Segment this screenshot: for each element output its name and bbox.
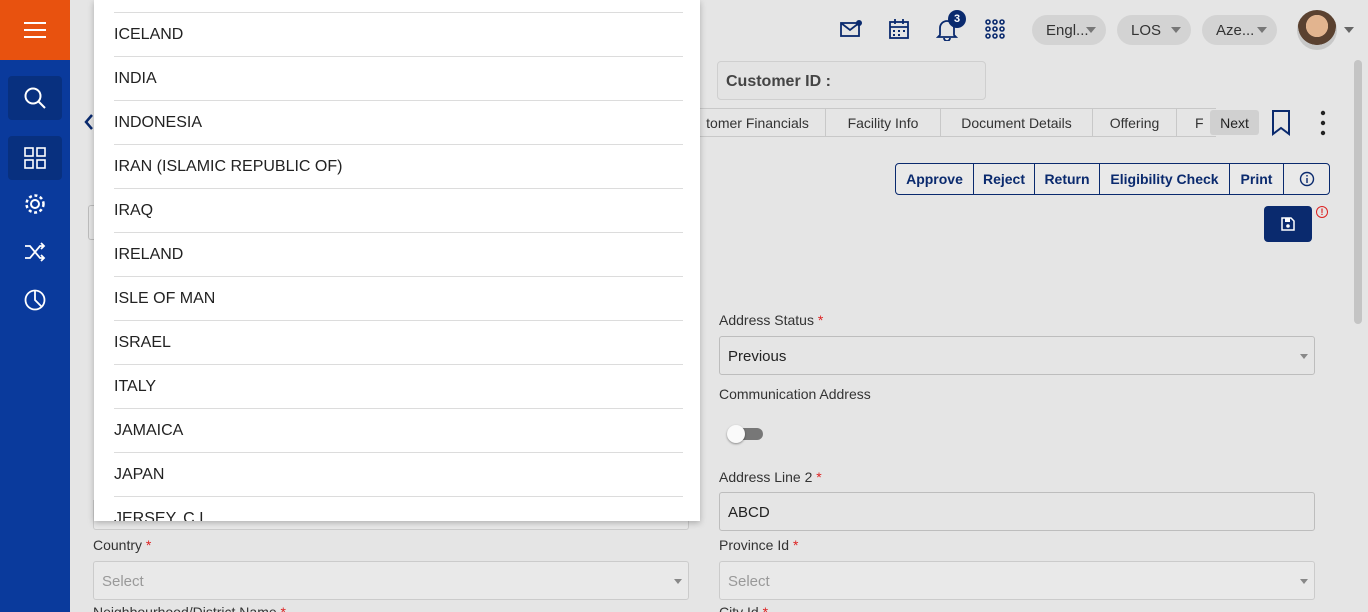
approve-button[interactable]: Approve xyxy=(896,164,974,194)
country-option[interactable]: ICELAND xyxy=(114,13,683,57)
kebab-icon xyxy=(1320,110,1326,136)
communication-address-toggle[interactable] xyxy=(727,425,763,443)
country-option[interactable]: IRELAND xyxy=(114,233,683,277)
country-label: Country * xyxy=(93,537,152,553)
reject-button[interactable]: Reject xyxy=(974,164,1035,194)
sidebar-dashboard-button[interactable] xyxy=(8,136,62,180)
apps-grid-icon xyxy=(985,19,1005,39)
apps-button[interactable] xyxy=(980,14,1010,44)
info-button[interactable] xyxy=(1284,164,1329,194)
tab-facility-info[interactable]: Facility Info xyxy=(825,108,940,137)
pie-chart-icon xyxy=(24,289,46,311)
back-button[interactable] xyxy=(84,113,94,136)
chevron-down-icon xyxy=(1086,27,1096,33)
chevron-down-icon xyxy=(1300,354,1308,359)
hamburger-menu-button[interactable] xyxy=(0,0,70,60)
save-icon xyxy=(1281,217,1295,231)
address-line2-input[interactable]: ABCD xyxy=(719,492,1315,531)
language-select[interactable]: Engl... xyxy=(1032,15,1106,45)
country-placeholder: Select xyxy=(102,573,144,590)
calendar-icon xyxy=(889,19,909,39)
error-alert-icon: ! xyxy=(1316,206,1328,218)
grid-icon xyxy=(24,147,46,169)
mail-icon xyxy=(840,20,862,37)
bookmark-button[interactable] xyxy=(1271,110,1291,141)
tab-document-details[interactable]: Document Details xyxy=(940,108,1092,137)
sidebar-search-button[interactable] xyxy=(8,76,62,120)
tab-offering[interactable]: Offering xyxy=(1092,108,1176,137)
address-line2-label: Address Line 2 * xyxy=(719,469,822,485)
chevron-down-icon xyxy=(1300,579,1308,584)
avatar[interactable] xyxy=(1297,10,1337,50)
country-option[interactable]: JAPAN xyxy=(114,453,683,497)
notification-count-badge: 3 xyxy=(948,10,966,28)
module-select[interactable]: LOS xyxy=(1117,15,1191,45)
sidebar-workflow-button[interactable] xyxy=(8,230,62,274)
province-id-label: Province Id * xyxy=(719,537,799,553)
neighbourhood-label: Neighbourhood/District Name * xyxy=(93,604,286,612)
chevron-down-icon xyxy=(1257,27,1267,33)
info-icon xyxy=(1299,171,1314,187)
city-id-label: City Id * xyxy=(719,604,769,612)
country-options: ICELAND INDIA INDONESIA IRAN (ISLAMIC REPUB… xyxy=(94,0,683,521)
chevron-down-icon[interactable] xyxy=(1344,27,1354,33)
sidebar-reports-button[interactable] xyxy=(8,278,62,322)
user-select[interactable]: Aze... xyxy=(1202,15,1277,45)
calendar-button[interactable] xyxy=(884,14,914,44)
section-tabs: tomer Financials Facility Info Document … xyxy=(690,108,1216,137)
return-button[interactable]: Return xyxy=(1035,164,1100,194)
module-value: LOS xyxy=(1131,21,1162,39)
address-status-label: Address Status * xyxy=(719,312,824,328)
gear-icon xyxy=(25,194,45,214)
country-option[interactable]: INDONESIA xyxy=(114,101,683,145)
notifications-button[interactable]: 3 xyxy=(932,10,966,44)
eligibility-check-button[interactable]: Eligibility Check xyxy=(1100,164,1230,194)
country-option[interactable]: ISRAEL xyxy=(114,321,683,365)
communication-address-label: Communication Address xyxy=(719,386,871,402)
search-icon xyxy=(24,87,46,109)
action-button-group: Approve Reject Return Eligibility Check … xyxy=(895,163,1330,195)
more-options-button[interactable] xyxy=(1320,110,1326,141)
hamburger-icon xyxy=(24,22,46,38)
country-option[interactable] xyxy=(114,0,683,13)
save-button[interactable] xyxy=(1264,206,1312,242)
user-value: Aze... xyxy=(1216,21,1255,39)
bookmark-icon xyxy=(1272,110,1290,136)
print-button[interactable]: Print xyxy=(1230,164,1284,194)
province-id-placeholder: Select xyxy=(728,573,770,590)
country-option[interactable]: ITALY xyxy=(114,365,683,409)
page-scrollbar[interactable] xyxy=(1354,60,1362,324)
country-dropdown-list: ICELAND INDIA INDONESIA IRAN (ISLAMIC REPUB… xyxy=(94,0,700,521)
country-option[interactable]: INDIA xyxy=(114,57,683,101)
country-option[interactable]: JAMAICA xyxy=(114,409,683,453)
sidebar-settings-button[interactable] xyxy=(8,182,62,226)
country-option[interactable]: JERSEY, C.I. xyxy=(114,497,683,522)
chevron-left-icon xyxy=(84,114,93,130)
country-option[interactable]: ISLE OF MAN xyxy=(114,277,683,321)
address-status-select[interactable]: Previous xyxy=(719,336,1315,375)
mail-button[interactable] xyxy=(836,14,866,44)
next-tab-button[interactable]: Next xyxy=(1210,110,1259,135)
chevron-down-icon xyxy=(1171,27,1181,33)
country-option[interactable]: IRAN (ISLAMIC REPUBLIC OF) xyxy=(114,145,683,189)
language-value: Engl... xyxy=(1046,21,1089,39)
address-status-value: Previous xyxy=(728,348,787,365)
customer-id-field: Customer ID : xyxy=(717,61,986,100)
tab-customer-financials[interactable]: tomer Financials xyxy=(690,108,825,137)
province-id-select[interactable]: Select xyxy=(719,561,1315,600)
country-select[interactable]: Select xyxy=(93,561,689,600)
shuffle-icon xyxy=(25,242,46,262)
country-option[interactable]: IRAQ xyxy=(114,189,683,233)
chevron-down-icon xyxy=(674,579,682,584)
sidebar xyxy=(0,0,70,612)
